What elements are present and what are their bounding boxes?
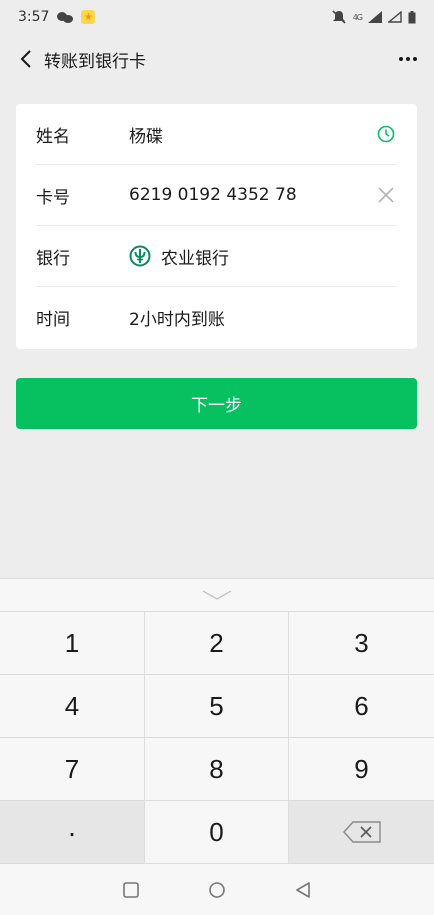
mute-icon — [332, 10, 346, 24]
nav-bar: 转账到银行卡 — [0, 34, 434, 84]
network-type-label: 4G — [352, 12, 363, 22]
recent-apps-icon[interactable] — [122, 881, 140, 899]
bank-name: 农业银行 — [161, 248, 229, 269]
back-nav-icon[interactable] — [294, 881, 312, 899]
bank-row[interactable]: 银行 农业银行 — [36, 226, 397, 287]
key-4[interactable]: 4 — [0, 675, 145, 738]
status-time: 3:57 — [18, 9, 50, 25]
key-3[interactable]: 3 — [289, 612, 434, 675]
star-notification-icon: ★ — [81, 10, 96, 24]
key-2[interactable]: 2 — [145, 612, 289, 675]
key-0[interactable]: 0 — [145, 801, 289, 864]
key-dot[interactable]: . — [0, 801, 145, 864]
keyboard-collapse-button[interactable] — [0, 579, 434, 612]
card-number-row[interactable]: 卡号 6219 0192 4352 78 — [36, 165, 397, 226]
card-number-label: 卡号 — [36, 187, 70, 208]
key-backspace[interactable] — [289, 801, 434, 864]
bank-label: 银行 — [36, 248, 70, 269]
transfer-form-card: 姓名 杨碟 卡号 6219 0192 4352 78 银行 农业银行 时间 2小… — [16, 104, 417, 349]
wifi-signal-icon — [388, 11, 402, 23]
key-1[interactable]: 1 — [0, 612, 145, 675]
next-button[interactable]: 下一步 — [16, 378, 417, 429]
arrival-time-label: 时间 — [36, 310, 70, 330]
wechat-notification-icon — [57, 11, 74, 23]
name-value[interactable]: 杨碟 — [129, 122, 375, 147]
battery-icon — [408, 10, 416, 23]
cell-signal-icon — [368, 11, 382, 23]
abc-bank-logo-icon — [129, 245, 151, 267]
name-row[interactable]: 姓名 杨碟 — [36, 104, 397, 165]
arrival-time-row[interactable]: 时间 2小时内到账 — [36, 287, 397, 348]
more-icon[interactable] — [396, 47, 420, 71]
key-5[interactable]: 5 — [145, 675, 289, 738]
clock-icon[interactable] — [375, 123, 397, 145]
system-nav-bar — [0, 864, 434, 915]
chevron-down-icon — [202, 590, 232, 600]
numeric-keyboard: 1 2 3 4 5 6 7 8 9 . 0 — [0, 578, 434, 864]
page-title: 转账到银行卡 — [44, 51, 146, 72]
key-9[interactable]: 9 — [289, 738, 434, 801]
card-number-input[interactable]: 6219 0192 4352 78 — [129, 185, 375, 205]
arrival-time-value[interactable]: 2小时内到账 — [129, 305, 397, 330]
backspace-icon — [342, 821, 381, 843]
clear-icon[interactable] — [375, 184, 397, 206]
back-icon[interactable] — [14, 47, 38, 71]
name-label: 姓名 — [36, 126, 70, 147]
key-6[interactable]: 6 — [289, 675, 434, 738]
bank-value[interactable]: 农业银行 — [129, 244, 397, 269]
status-bar: 3:57 ★ 4G — [0, 0, 434, 34]
home-icon[interactable] — [208, 881, 226, 899]
key-8[interactable]: 8 — [145, 738, 289, 801]
key-7[interactable]: 7 — [0, 738, 145, 801]
